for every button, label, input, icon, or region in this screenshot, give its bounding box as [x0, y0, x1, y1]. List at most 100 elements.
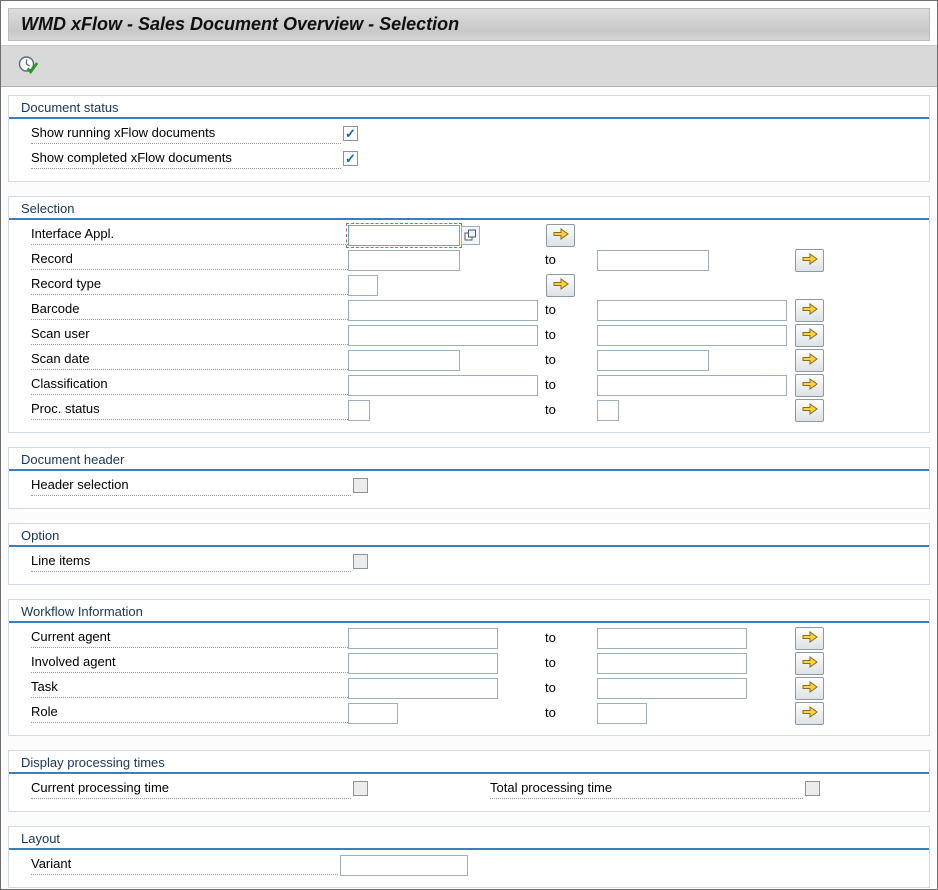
field-label: Proc. status: [31, 401, 348, 420]
role-to-input[interactable]: [597, 703, 647, 724]
field-label: Current agent: [31, 629, 348, 648]
record-multiselect-button[interactable]: [795, 249, 824, 272]
field-label: Show completed xFlow documents: [31, 150, 341, 169]
to-label: to: [545, 377, 556, 392]
section-option: Option Line items: [8, 523, 930, 585]
barcode-from-input[interactable]: [348, 300, 538, 321]
row-interface-appl: Interface Appl.: [9, 224, 929, 249]
row-involved-agent: Involved agent to: [9, 652, 929, 677]
line-items-checkbox[interactable]: [353, 554, 368, 569]
proc-status-to-input[interactable]: [597, 400, 619, 421]
multiple-selection-arrow-icon: [801, 704, 819, 723]
execute-button[interactable]: [13, 51, 43, 81]
task-multiselect-button[interactable]: [795, 677, 824, 700]
row-header-selection: Header selection: [9, 475, 929, 500]
multiple-selection-arrow-icon: [552, 276, 570, 295]
selection-screen: Document status Show running xFlow docum…: [1, 87, 937, 889]
scan-user-from-input[interactable]: [348, 325, 538, 346]
show-completed-checkbox[interactable]: ✓: [343, 151, 358, 166]
to-label: to: [545, 327, 556, 342]
show-running-checkbox[interactable]: ✓: [343, 126, 358, 141]
multiple-selection-arrow-icon: [801, 251, 819, 270]
to-label: to: [545, 402, 556, 417]
field-label: Line items: [31, 553, 351, 572]
row-line-items: Line items: [9, 551, 929, 576]
barcode-to-input[interactable]: [597, 300, 787, 321]
task-to-input[interactable]: [597, 678, 747, 699]
row-record: Record to: [9, 249, 929, 274]
scan-date-to-input[interactable]: [597, 350, 709, 371]
value-help-icon[interactable]: [461, 226, 480, 245]
multiple-selection-arrow-icon: [801, 654, 819, 673]
row-current-agent: Current agent to: [9, 627, 929, 652]
total-processing-time-checkbox[interactable]: [805, 781, 820, 796]
classification-to-input[interactable]: [597, 375, 787, 396]
window-titlebar: WMD xFlow - Sales Document Overview - Se…: [8, 8, 930, 41]
field-label: Involved agent: [31, 654, 348, 673]
to-label: to: [545, 352, 556, 367]
checkmark-icon: ✓: [344, 152, 357, 165]
record-to-input[interactable]: [597, 250, 709, 271]
proc-status-from-input[interactable]: [348, 400, 370, 421]
role-from-input[interactable]: [348, 703, 398, 724]
section-title: Workflow Information: [9, 600, 929, 621]
role-multiselect-button[interactable]: [795, 702, 824, 725]
proc-status-multiselect-button[interactable]: [795, 399, 824, 422]
current-agent-to-input[interactable]: [597, 628, 747, 649]
field-label: Header selection: [31, 477, 351, 496]
interface-appl-input[interactable]: [348, 225, 460, 246]
task-from-input[interactable]: [348, 678, 498, 699]
row-show-completed: Show completed xFlow documents ✓: [9, 148, 929, 173]
section-selection: Selection Interface Appl.: [8, 196, 930, 433]
multiple-selection-arrow-icon: [801, 679, 819, 698]
to-label: to: [545, 680, 556, 695]
to-label: to: [545, 302, 556, 317]
record-from-input[interactable]: [348, 250, 460, 271]
record-type-input[interactable]: [348, 275, 378, 296]
classification-multiselect-button[interactable]: [795, 374, 824, 397]
section-title: Display processing times: [9, 751, 929, 772]
current-processing-time-checkbox[interactable]: [353, 781, 368, 796]
to-label: to: [545, 630, 556, 645]
involved-agent-multiselect-button[interactable]: [795, 652, 824, 675]
record-type-multiselect-button[interactable]: [546, 274, 575, 297]
row-classification: Classification to: [9, 374, 929, 399]
scan-user-multiselect-button[interactable]: [795, 324, 824, 347]
row-scan-date: Scan date to: [9, 349, 929, 374]
row-barcode: Barcode to: [9, 299, 929, 324]
section-document-header: Document header Header selection: [8, 447, 930, 509]
involved-agent-from-input[interactable]: [348, 653, 498, 674]
row-variant: Variant: [9, 854, 929, 879]
section-title: Layout: [9, 827, 929, 848]
field-label: Record type: [31, 276, 348, 295]
section-title: Selection: [9, 197, 929, 218]
field-label: Barcode: [31, 301, 348, 320]
multiple-selection-arrow-icon: [801, 351, 819, 370]
multiple-selection-arrow-icon: [552, 226, 570, 245]
section-document-status: Document status Show running xFlow docum…: [8, 95, 930, 182]
field-label: Interface Appl.: [31, 226, 348, 245]
barcode-multiselect-button[interactable]: [795, 299, 824, 322]
to-label: to: [545, 655, 556, 670]
header-selection-checkbox[interactable]: [353, 478, 368, 493]
section-title: Option: [9, 524, 929, 545]
section-title: Document status: [9, 96, 929, 117]
current-agent-from-input[interactable]: [348, 628, 498, 649]
section-display-processing-times: Display processing times Current process…: [8, 750, 930, 812]
multiple-selection-arrow-icon: [801, 376, 819, 395]
current-agent-multiselect-button[interactable]: [795, 627, 824, 650]
scan-date-from-input[interactable]: [348, 350, 460, 371]
field-label: Classification: [31, 376, 348, 395]
classification-from-input[interactable]: [348, 375, 538, 396]
page-title: WMD xFlow - Sales Document Overview - Se…: [9, 14, 459, 35]
interface-appl-multiselect-button[interactable]: [546, 224, 575, 247]
variant-input[interactable]: [340, 855, 468, 876]
multiple-selection-arrow-icon: [801, 629, 819, 648]
section-workflow-information: Workflow Information Current agent to In…: [8, 599, 930, 736]
section-layout: Layout Variant: [8, 826, 930, 888]
scan-user-to-input[interactable]: [597, 325, 787, 346]
scan-date-multiselect-button[interactable]: [795, 349, 824, 372]
application-window: WMD xFlow - Sales Document Overview - Se…: [0, 0, 938, 890]
field-label: Role: [31, 704, 348, 723]
involved-agent-to-input[interactable]: [597, 653, 747, 674]
